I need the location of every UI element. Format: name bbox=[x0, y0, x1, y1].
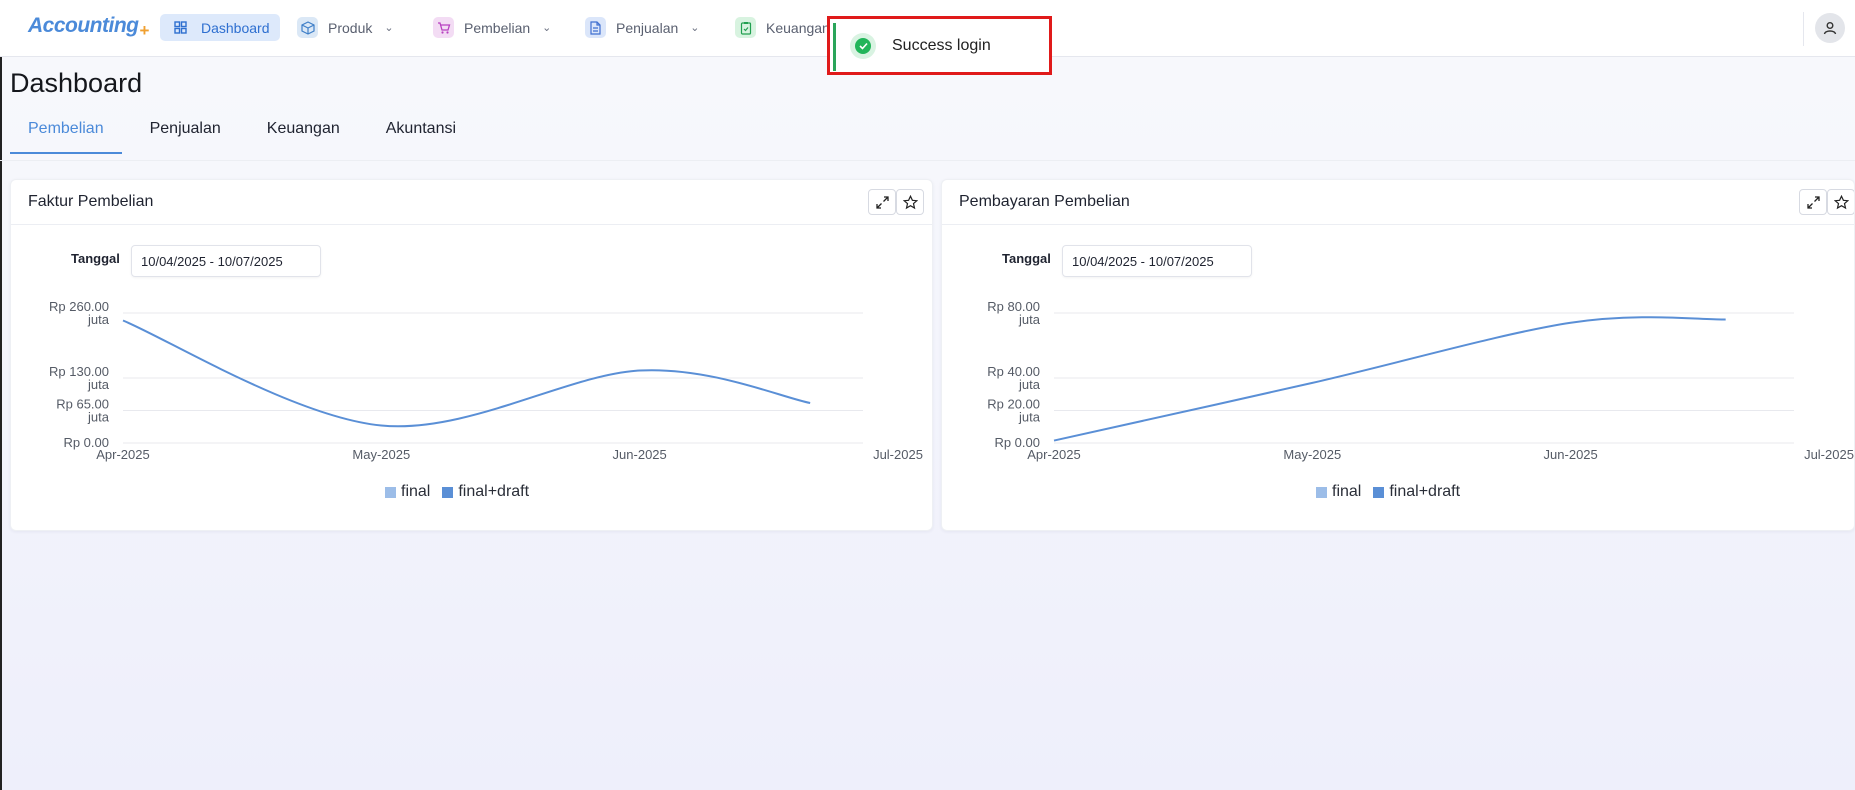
nav-label: Keuangan bbox=[766, 19, 830, 36]
nav-label: Pembelian bbox=[464, 19, 531, 36]
y-tick-unit: juta bbox=[1018, 312, 1041, 327]
check-circle-icon bbox=[850, 33, 876, 59]
wallet-icon bbox=[735, 17, 756, 38]
nav-item-dashboard[interactable]: Dashboard bbox=[160, 14, 280, 41]
user-avatar-button[interactable] bbox=[1815, 13, 1845, 43]
legend-swatch bbox=[442, 486, 454, 498]
y-tick-unit: juta bbox=[87, 377, 110, 392]
card-pembayaran-pembelian: Pembayaran Pembelian Tanggal 10/04/2025 … bbox=[941, 179, 1855, 531]
app-logo[interactable]: Accounting+ bbox=[28, 14, 149, 40]
nav-label: Penjualan bbox=[616, 19, 679, 36]
x-tick-label: Apr-2025 bbox=[1027, 447, 1080, 462]
nav-item-produk[interactable]: Produk ⌄ bbox=[287, 14, 404, 41]
chart-legend: final final+draft bbox=[1316, 483, 1460, 501]
tab-pembelian[interactable]: Pembelian bbox=[10, 112, 122, 154]
nav-item-pembelian[interactable]: Pembelian ⌄ bbox=[423, 14, 561, 41]
dashboard-icon bbox=[170, 17, 191, 38]
chart-legend: final final+draft bbox=[385, 483, 529, 501]
x-tick-label: Apr-2025 bbox=[96, 447, 149, 462]
success-toast[interactable]: Success login bbox=[827, 16, 1052, 75]
user-icon bbox=[1823, 22, 1837, 35]
legend-item-final[interactable]: final bbox=[385, 483, 430, 501]
chevron-down-icon: ⌄ bbox=[542, 22, 552, 34]
dashboard-tabs: Pembelian Penjualan Keuangan Akuntansi bbox=[10, 112, 484, 154]
cart-icon bbox=[433, 17, 454, 38]
nav-item-keuangan[interactable]: Keuangan bbox=[725, 14, 840, 41]
legend-item-final-draft[interactable]: final+draft bbox=[442, 483, 529, 501]
tab-penjualan[interactable]: Penjualan bbox=[132, 112, 239, 154]
card-faktur-pembelian: Faktur Pembelian Tanggal 10/04/2025 - 10… bbox=[10, 179, 933, 531]
legend-item-final[interactable]: final bbox=[1316, 483, 1361, 501]
chart-faktur-pembelian: Rp 0.00Rp 65.00jutaRp 130.00jutaRp 260.0… bbox=[49, 299, 923, 462]
nav-label: Dashboard bbox=[201, 19, 270, 36]
x-tick-label: Jun-2025 bbox=[1544, 447, 1598, 462]
x-tick-label: May-2025 bbox=[1283, 447, 1341, 462]
x-tick-label: Jun-2025 bbox=[613, 447, 667, 462]
x-tick-label: Jul-2025 bbox=[873, 447, 923, 462]
toast-message: Success login bbox=[892, 37, 991, 54]
y-tick-unit: juta bbox=[87, 410, 110, 425]
nav-label: Produk bbox=[328, 19, 373, 36]
tab-akuntansi[interactable]: Akuntansi bbox=[368, 112, 474, 154]
legend-swatch bbox=[1316, 486, 1327, 498]
y-tick-unit: juta bbox=[1018, 410, 1041, 425]
page-title: Dashboard bbox=[10, 68, 143, 98]
x-tick-label: Jul-2025 bbox=[1804, 447, 1854, 462]
chart-pembayaran-pembelian: Rp 0.00Rp 20.00jutaRp 40.00jutaRp 80.00j… bbox=[987, 299, 1854, 462]
tabs-divider bbox=[0, 160, 1855, 161]
nav-item-penjualan[interactable]: Penjualan ⌄ bbox=[575, 14, 710, 41]
document-icon bbox=[585, 17, 606, 38]
legend-swatch bbox=[385, 486, 396, 498]
y-tick-unit: juta bbox=[1018, 377, 1041, 392]
box-icon bbox=[297, 17, 318, 38]
navbar-divider bbox=[1803, 12, 1804, 46]
legend-item-final-draft[interactable]: final+draft bbox=[1373, 483, 1460, 501]
x-tick-label: May-2025 bbox=[352, 447, 410, 462]
series-line-final-draft bbox=[1053, 316, 1726, 442]
y-tick-unit: juta bbox=[87, 312, 110, 327]
chevron-down-icon: ⌄ bbox=[384, 22, 394, 34]
tab-keuangan[interactable]: Keuangan bbox=[249, 112, 358, 154]
chevron-down-icon: ⌄ bbox=[690, 22, 700, 34]
toast-accent-bar bbox=[833, 23, 836, 71]
legend-swatch bbox=[1373, 486, 1385, 498]
